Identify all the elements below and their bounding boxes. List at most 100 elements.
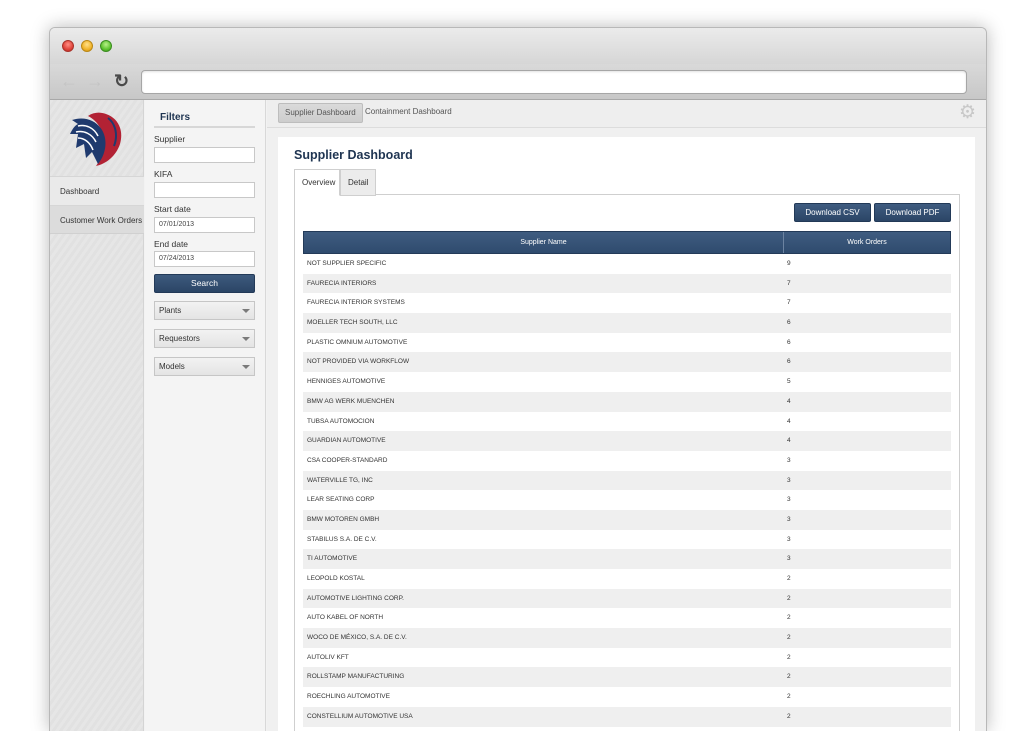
table-row[interactable]: CONSTELLIUM AUTOMOTIVE USA 2	[303, 706, 951, 727]
work-orders-cell: 2	[787, 712, 791, 720]
gear-icon[interactable]: ⚙	[959, 103, 976, 122]
supplier-name-cell: AUTOLIV KFT	[307, 653, 349, 661]
table-row[interactable]: GUARDIAN AUTOMOTIVE 4	[303, 431, 951, 451]
table-row[interactable]: TUBSA AUTOMOCION 4	[303, 411, 951, 432]
supplier-name-cell: ROECHLING AUTOMOTIVE	[307, 693, 390, 701]
supplier-name-cell: HENNIGES AUTOMOTIVE	[307, 378, 386, 386]
models-dropdown[interactable]: Models	[154, 357, 255, 376]
table-row[interactable]: BMW AG WERK MUENCHEN 4	[303, 391, 951, 412]
main-content: Supplier Dashboard Containment Dashboard…	[267, 100, 986, 731]
table-row[interactable]: TI AUTOMOTIVE 3	[303, 549, 951, 569]
work-orders-cell: 2	[787, 575, 791, 582]
download-csv-button[interactable]: Download CSV	[794, 203, 871, 222]
table-row[interactable]: CSA COOPER-STANDARD 3	[303, 450, 951, 471]
table-row[interactable]: FAURECIA INTERIORS 7	[303, 273, 951, 294]
table-row[interactable]: NOT SUPPLIER SPECIFIC 9	[303, 254, 951, 274]
table-row[interactable]: NOT PROVIDED VIA WORKFLOW 6	[303, 352, 951, 373]
supplier-name-cell: FAURECIA INTERIOR SYSTEMS	[307, 299, 405, 307]
work-orders-cell: 9	[787, 260, 791, 267]
requestors-dropdown-label: Requestors	[159, 334, 200, 343]
table-body: NOT SUPPLIER SPECIFIC 9 FAURECIA INTERIORS…	[303, 254, 951, 727]
supplier-name-cell: AUTOMOTIVE LIGHTING CORP.	[307, 594, 404, 602]
column-header-work-orders[interactable]: Work Orders	[784, 232, 950, 253]
end-date-input[interactable]: 07/24/2013	[154, 251, 255, 267]
back-arrow-icon[interactable]: ←	[60, 72, 78, 90]
table-row[interactable]: MOELLER TECH SOUTH, LLC 6	[303, 313, 951, 333]
table-row[interactable]: AUTOLIV KFT 2	[303, 647, 951, 668]
table-row[interactable]: BMW MOTOREN GMBH 3	[303, 509, 951, 530]
work-orders-cell: 6	[787, 338, 791, 346]
minimize-window-button[interactable]	[81, 40, 93, 52]
dashboard-panel: Supplier Dashboard Overview Detail Downl…	[278, 137, 975, 731]
work-orders-cell: 7	[787, 279, 791, 287]
table-row[interactable]: WATERVILLE TG, INC 3	[303, 470, 951, 491]
work-orders-cell: 7	[787, 299, 791, 307]
close-window-button[interactable]	[62, 40, 74, 52]
supplier-name-cell: TUBSA AUTOMOCION	[307, 417, 375, 425]
supplier-input[interactable]	[154, 147, 255, 163]
work-orders-cell: 2	[787, 693, 791, 701]
page-title: Supplier Dashboard	[294, 148, 413, 162]
table-row[interactable]: LEAR SEATING CORP 3	[303, 490, 951, 510]
filters-panel: Filters Supplier KIFA Start date 07/01/2…	[145, 100, 266, 731]
supplier-name-cell: GUARDIAN AUTOMOTIVE	[307, 437, 386, 445]
kifa-input[interactable]	[154, 182, 255, 198]
tab-overview[interactable]: Overview	[294, 169, 340, 196]
table-row[interactable]: LEOPOLD KOSTAL 2	[303, 569, 951, 589]
kifa-label: KIFA	[154, 169, 173, 179]
reload-icon[interactable]: ↻	[114, 72, 129, 90]
table-row[interactable]: ROLLSTAMP MANUFACTURING 2	[303, 667, 951, 688]
address-bar[interactable]	[141, 70, 967, 94]
table-row[interactable]: ROECHLING AUTOMOTIVE 2	[303, 687, 951, 707]
column-header-supplier-name[interactable]: Supplier Name	[304, 232, 784, 253]
zoom-window-button[interactable]	[100, 40, 112, 52]
table-row[interactable]: AUTOMOTIVE LIGHTING CORP. 2	[303, 588, 951, 609]
supplier-name-cell: WOCO DE MÉXICO, S.A. DE C.V.	[307, 634, 407, 642]
work-orders-cell: 6	[787, 358, 791, 366]
download-pdf-button[interactable]: Download PDF	[874, 203, 951, 222]
supplier-name-cell: PLASTIC OMNIUM AUTOMOTIVE	[307, 338, 408, 346]
search-button[interactable]: Search	[154, 274, 255, 293]
start-date-input[interactable]: 07/01/2013	[154, 217, 255, 233]
supplier-label: Supplier	[154, 134, 186, 144]
work-orders-cell: 4	[787, 437, 791, 445]
supplier-name-cell: ROLLSTAMP MANUFACTURING	[307, 673, 405, 681]
work-orders-cell: 4	[787, 397, 791, 405]
table-header: Supplier Name Work Orders	[303, 231, 951, 254]
work-orders-cell: 3	[787, 476, 791, 484]
forward-arrow-icon[interactable]: →	[86, 72, 104, 90]
supplier-name-cell: STABILUS S.A. DE C.V.	[307, 535, 377, 543]
nav-item-dashboard[interactable]: Dashboard	[50, 176, 144, 205]
supplier-name-cell: WATERVILLE TG, INC	[307, 476, 373, 484]
work-orders-cell: 3	[787, 496, 791, 504]
chevron-down-icon	[242, 365, 250, 369]
table-row[interactable]: WOCO DE MÉXICO, S.A. DE C.V. 2	[303, 628, 951, 648]
chevron-down-icon	[242, 337, 250, 341]
work-orders-cell: 2	[787, 614, 791, 622]
work-orders-cell: 2	[787, 634, 791, 642]
supplier-name-cell: TI AUTOMOTIVE	[307, 555, 358, 563]
supplier-name-cell: NOT PROVIDED VIA WORKFLOW	[307, 358, 410, 366]
work-orders-cell: 3	[787, 535, 791, 543]
models-dropdown-label: Models	[159, 362, 185, 371]
requestors-dropdown[interactable]: Requestors	[154, 329, 255, 348]
work-orders-cell: 2	[787, 594, 791, 602]
supplier-name-cell: BMW AG WERK MUENCHEN	[307, 397, 395, 405]
supplier-table: Supplier Name Work Orders NOT SUPPLIER S…	[303, 231, 951, 727]
tab-supplier-dashboard[interactable]: Supplier Dashboard	[278, 103, 363, 123]
nav-item-customer-work-orders[interactable]: Customer Work Orders	[50, 205, 144, 234]
table-row[interactable]: AUTO KABEL OF NORTH 2	[303, 608, 951, 629]
tab-containment-dashboard[interactable]: Containment Dashboard	[359, 103, 458, 123]
work-orders-cell: 2	[787, 673, 791, 681]
supplier-name-cell: CONSTELLIUM AUTOMOTIVE USA	[307, 712, 413, 720]
table-row[interactable]: STABILUS S.A. DE C.V. 3	[303, 529, 951, 550]
start-date-label: Start date	[154, 204, 191, 214]
supplier-name-cell: NOT SUPPLIER SPECIFIC	[307, 260, 387, 267]
plants-dropdown[interactable]: Plants	[154, 301, 255, 320]
tab-detail[interactable]: Detail	[340, 169, 376, 196]
table-row[interactable]: FAURECIA INTERIOR SYSTEMS 7	[303, 293, 951, 314]
end-date-label: End date	[154, 239, 189, 249]
browser-toolbar: ← → ↻	[50, 64, 986, 100]
table-row[interactable]: HENNIGES AUTOMOTIVE 5	[303, 372, 951, 392]
table-row[interactable]: PLASTIC OMNIUM AUTOMOTIVE 6	[303, 332, 951, 353]
